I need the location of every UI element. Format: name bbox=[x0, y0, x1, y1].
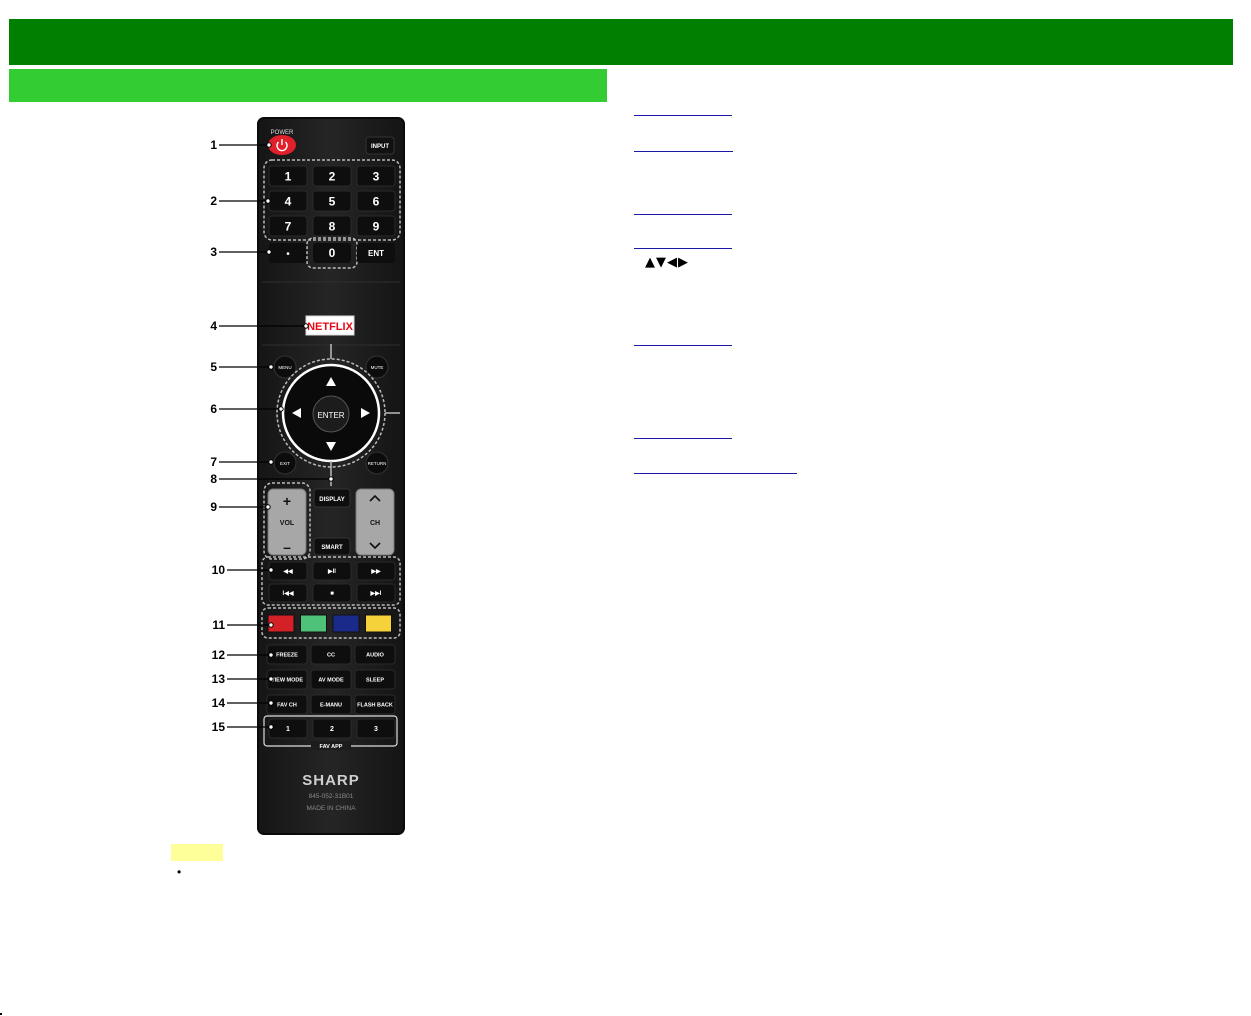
callout-dot-10 bbox=[268, 567, 274, 573]
callout-dot-11 bbox=[268, 622, 274, 628]
mute-label: MUTE bbox=[371, 365, 384, 370]
digit-3-button-label: 3 bbox=[373, 169, 380, 183]
audio-button-label: AUDIO bbox=[366, 652, 384, 658]
callout-dot-9 bbox=[265, 504, 271, 510]
callout-number-3: 3 bbox=[210, 245, 217, 259]
digit-7-button-label: 7 bbox=[285, 219, 292, 233]
link-underline-5[interactable] bbox=[634, 345, 732, 346]
callout-number-6: 6 bbox=[210, 402, 217, 416]
link-column bbox=[634, 0, 1034, 500]
callout-number-11: 11 bbox=[212, 618, 225, 632]
callout-number-2: 2 bbox=[210, 194, 217, 208]
playback-bottom-1-button-label: I◀◀ bbox=[283, 590, 294, 597]
digit-4-button-label: 4 bbox=[285, 194, 292, 208]
callout-number-13: 13 bbox=[212, 672, 226, 686]
callout-number-8: 8 bbox=[210, 472, 217, 486]
callout-dot-1 bbox=[266, 142, 272, 148]
callout-dot-13 bbox=[268, 676, 274, 682]
model-number: 845-052-31B01 bbox=[309, 793, 354, 800]
callout-number-10: 10 bbox=[212, 563, 226, 577]
arrow-keys-symbols: ▲▼◀▶ bbox=[645, 255, 689, 270]
callout-number-9: 9 bbox=[210, 500, 217, 514]
callout-dot-14 bbox=[268, 700, 274, 706]
digit-5-button-label: 5 bbox=[329, 194, 336, 208]
note-bullet: • bbox=[177, 865, 182, 879]
callout-number-14: 14 bbox=[212, 696, 226, 710]
playback-top-3-button-label: ▶▶ bbox=[370, 568, 381, 575]
callout-dot-6 bbox=[278, 406, 284, 412]
callout-dot-3 bbox=[266, 249, 272, 255]
digit-2-button-label: 2 bbox=[329, 169, 336, 183]
callout-dot-7 bbox=[268, 459, 274, 465]
freeze-button-label: FREEZE bbox=[276, 652, 298, 658]
ch-label: CH bbox=[370, 520, 380, 527]
link-underline-2[interactable] bbox=[634, 151, 733, 152]
callout-number-15: 15 bbox=[212, 720, 226, 734]
link-underline-3[interactable] bbox=[634, 214, 732, 215]
zero-label: 0 bbox=[329, 246, 336, 260]
cc-button-label: CC bbox=[327, 652, 335, 658]
note-highlight bbox=[171, 844, 223, 861]
digit-1-button-label: 1 bbox=[285, 169, 292, 183]
flash-back-button-label: FLASH BACK bbox=[357, 702, 393, 708]
digit-6-button-label: 6 bbox=[373, 194, 380, 208]
smart-label: SMART bbox=[321, 545, 343, 551]
callout-dot-15 bbox=[268, 724, 274, 730]
playback-bottom-3-button-label: ▶▶I bbox=[370, 590, 382, 597]
callout-number-4: 4 bbox=[210, 319, 217, 333]
netflix-label: NETFLIX bbox=[307, 321, 353, 333]
view-mode-button-label: VIEW MODE bbox=[271, 677, 303, 683]
brand-logo: SHARP bbox=[302, 772, 360, 789]
sleep-button-label: SLEEP bbox=[366, 677, 384, 683]
input-label: INPUT bbox=[371, 144, 389, 150]
enter-label: ENTER bbox=[317, 411, 344, 420]
remote-diagram: POWER INPUT 1 2 34 5 67 8 9 • 0 ENT NETFLIX ME… bbox=[210, 117, 405, 835]
callout-dot-8 bbox=[328, 476, 334, 482]
page-corner-mark bbox=[0, 1013, 2, 1015]
playback-top-1-button-label: ◀◀ bbox=[282, 568, 293, 575]
callout-dot-5 bbox=[268, 364, 274, 370]
digit-8-button-label: 8 bbox=[329, 219, 336, 233]
green-key[interactable] bbox=[300, 614, 327, 633]
function-rows: FREEZE CC AUDIO VIEW MODE AV MODE SLEEP FAV CH… bbox=[266, 644, 396, 715]
fav-app-keys: 1 2 3 bbox=[268, 718, 396, 739]
link-underline-4[interactable] bbox=[634, 248, 732, 249]
yellow-key[interactable] bbox=[365, 614, 392, 633]
fav-app-1-button-label: 1 bbox=[286, 726, 290, 733]
link-underline-6[interactable] bbox=[634, 438, 732, 439]
fav-app-2-button-label: 2 bbox=[330, 726, 334, 733]
callout-dot-4 bbox=[303, 323, 309, 329]
fav-app-3-button-label: 3 bbox=[374, 726, 378, 733]
display-label: DISPLAY bbox=[319, 497, 344, 503]
fav-app-label: FAV APP bbox=[320, 744, 343, 750]
playback-top-2-button-label: ▶II bbox=[327, 568, 336, 575]
playback-bottom-2-button-label: ■ bbox=[330, 591, 334, 597]
callout-dot-12 bbox=[268, 652, 274, 658]
exit-label: EXIT bbox=[280, 461, 290, 466]
number-pad: 1 2 3 4 5 6 7 8 9 bbox=[268, 165, 396, 237]
av-mode-button-label: AV MODE bbox=[318, 677, 344, 683]
vol-label: VOL bbox=[280, 520, 295, 527]
vol-plus: + bbox=[283, 493, 291, 509]
blue-key[interactable] bbox=[332, 614, 360, 633]
menu-label: MENU bbox=[278, 365, 291, 370]
callout-number-7: 7 bbox=[210, 455, 217, 469]
callout-number-1: 1 bbox=[210, 138, 217, 152]
link-underline-7[interactable] bbox=[634, 473, 797, 474]
callout-dot-2 bbox=[265, 198, 271, 204]
callout-number-5: 5 bbox=[210, 360, 217, 374]
digit-9-button-label: 9 bbox=[373, 219, 380, 233]
return-label: RETURN bbox=[368, 461, 387, 466]
link-underline-1[interactable] bbox=[634, 115, 732, 116]
dot-label: • bbox=[286, 249, 290, 260]
ent-label: ENT bbox=[368, 249, 384, 258]
vol-minus: – bbox=[283, 539, 291, 555]
e-manu-button-label: E-MANU bbox=[320, 702, 342, 708]
callout-number-12: 12 bbox=[212, 648, 226, 662]
fav-ch-button-label: FAV CH bbox=[277, 702, 297, 708]
made-in: MADE IN CHINA bbox=[306, 805, 356, 812]
